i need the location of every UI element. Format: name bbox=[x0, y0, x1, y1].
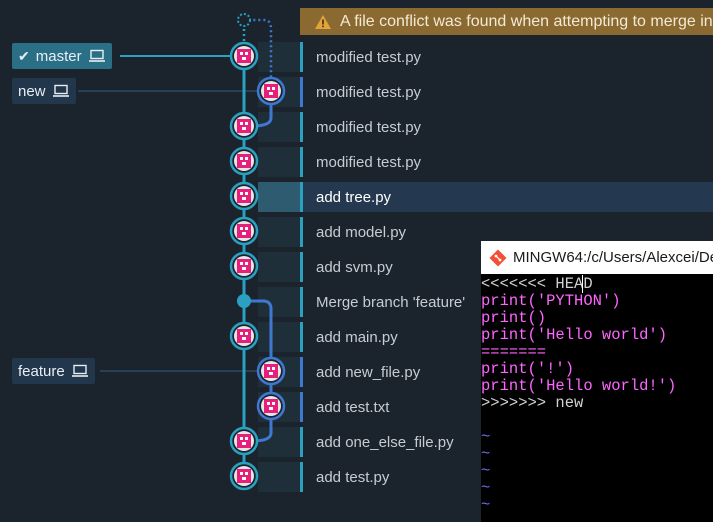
avatar-pattern bbox=[240, 437, 243, 440]
terminal-line: ======= bbox=[481, 343, 547, 361]
avatar-pattern bbox=[240, 122, 243, 125]
git-icon bbox=[489, 249, 507, 267]
branch-label-feature[interactable]: feature bbox=[12, 358, 95, 384]
avatar-pattern bbox=[242, 337, 246, 340]
avatar-pattern bbox=[242, 232, 246, 235]
avatar-pattern bbox=[237, 469, 251, 483]
terminal-line: ~ bbox=[481, 496, 491, 514]
terminal-line: ~ bbox=[481, 445, 491, 463]
avatar-pattern bbox=[237, 189, 251, 203]
avatar-pattern bbox=[240, 227, 243, 230]
avatar-pattern bbox=[245, 332, 248, 335]
avatar-pattern bbox=[242, 267, 246, 270]
branch-label-new[interactable]: new bbox=[12, 78, 76, 104]
avatar-pattern bbox=[242, 197, 246, 200]
merge-node bbox=[237, 294, 251, 308]
laptop-icon bbox=[88, 49, 106, 63]
terminal-line: print('Hello world!') bbox=[481, 377, 677, 395]
terminal-line: >>>>>>> new bbox=[481, 394, 584, 412]
avatar-pattern bbox=[245, 472, 248, 475]
avatar-pattern bbox=[245, 437, 248, 440]
avatar-pattern bbox=[245, 262, 248, 265]
avatar-pattern bbox=[237, 434, 251, 448]
terminal-title: MINGW64:/c/Users/Alexcei/De bbox=[513, 249, 713, 266]
avatar-pattern bbox=[240, 157, 243, 160]
avatar-pattern bbox=[267, 87, 270, 90]
terminal-line: print() bbox=[481, 309, 547, 327]
avatar-pattern bbox=[272, 402, 275, 405]
avatar-pattern bbox=[272, 87, 275, 90]
checkmark-icon: ✔ bbox=[18, 47, 30, 64]
avatar-pattern bbox=[242, 127, 246, 130]
avatar-pattern bbox=[269, 372, 273, 375]
avatar-pattern bbox=[237, 119, 251, 133]
avatar-pattern bbox=[242, 57, 246, 60]
terminal-titlebar[interactable]: MINGW64:/c/Users/Alexcei/De bbox=[481, 241, 713, 274]
branch-name: new bbox=[18, 82, 46, 100]
avatar-pattern bbox=[269, 92, 273, 95]
avatar-pattern bbox=[264, 399, 278, 413]
avatar-pattern bbox=[245, 157, 248, 160]
avatar-pattern bbox=[245, 122, 248, 125]
laptop-icon bbox=[71, 364, 89, 378]
avatar-pattern bbox=[245, 227, 248, 230]
avatar-pattern bbox=[240, 192, 243, 195]
avatar-pattern bbox=[267, 402, 270, 405]
avatar-pattern bbox=[237, 154, 251, 168]
terminal-line: print('Hello world') bbox=[481, 326, 668, 344]
avatar-pattern bbox=[240, 262, 243, 265]
terminal-line: ~ bbox=[481, 428, 491, 446]
branch-name: feature bbox=[18, 362, 65, 380]
branch-name: master bbox=[35, 47, 82, 65]
avatar-pattern bbox=[269, 407, 273, 410]
avatar-pattern bbox=[237, 224, 251, 238]
terminal-content[interactable]: <<<<<<< HEAD print('PYTHON') print() print(… bbox=[481, 274, 713, 514]
terminal-line: print('PYTHON') bbox=[481, 292, 621, 310]
avatar-pattern bbox=[264, 84, 278, 98]
avatar-pattern bbox=[242, 477, 246, 480]
avatar-pattern bbox=[237, 259, 251, 273]
avatar-pattern bbox=[245, 52, 248, 55]
laptop-icon bbox=[52, 84, 70, 98]
terminal-window[interactable]: MINGW64:/c/Users/Alexcei/De <<<<<<< HEAD… bbox=[481, 241, 713, 522]
avatar-pattern bbox=[242, 442, 246, 445]
avatar-pattern bbox=[264, 364, 278, 378]
avatar-pattern bbox=[242, 162, 246, 165]
avatar-pattern bbox=[240, 52, 243, 55]
wip-node bbox=[237, 13, 251, 27]
avatar-pattern bbox=[245, 192, 248, 195]
avatar-pattern bbox=[237, 49, 251, 63]
terminal-line: print('!') bbox=[481, 360, 575, 378]
terminal-line: ~ bbox=[481, 462, 491, 480]
avatar-pattern bbox=[272, 367, 275, 370]
avatar-pattern bbox=[267, 367, 270, 370]
branch-label-master[interactable]: ✔ master bbox=[12, 43, 112, 69]
avatar-pattern bbox=[240, 332, 243, 335]
terminal-line: <<<<<<< HEAD bbox=[481, 275, 593, 293]
avatar-pattern bbox=[237, 329, 251, 343]
avatar-pattern bbox=[240, 472, 243, 475]
text-cursor: D bbox=[582, 275, 593, 293]
terminal-line: ~ bbox=[481, 479, 491, 497]
